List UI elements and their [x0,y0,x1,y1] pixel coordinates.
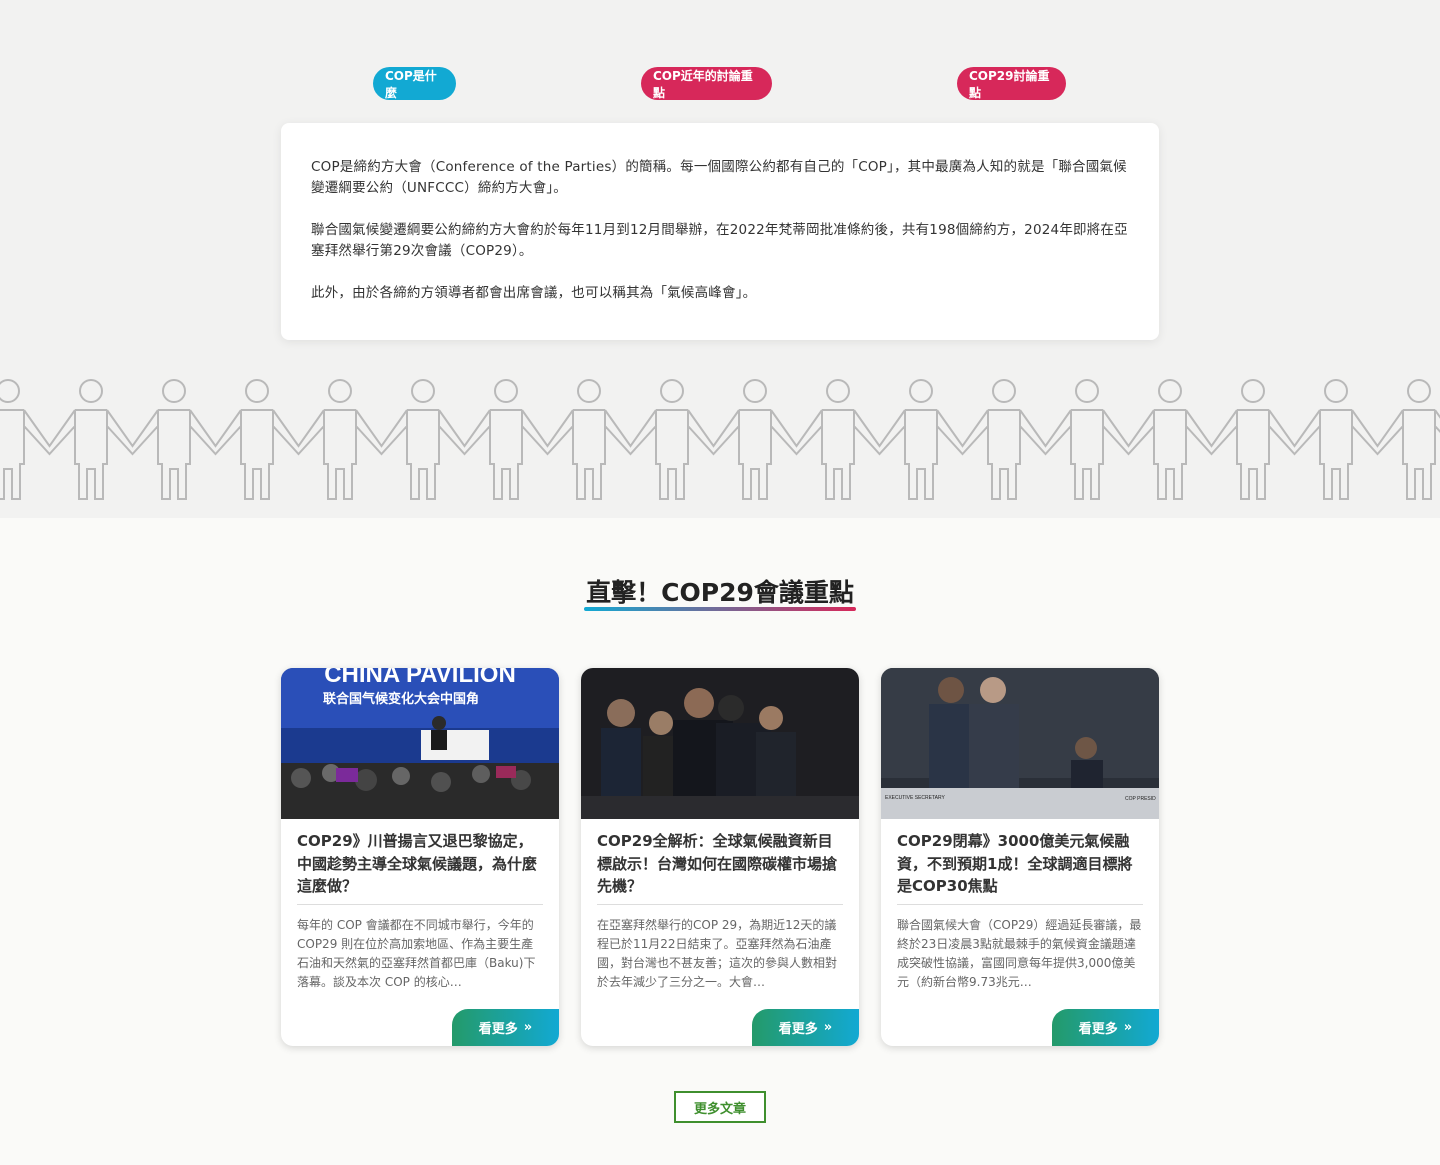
person-head [411,379,435,403]
person-head [328,379,352,403]
intro-paragraph: COP是締約方大會（Conference of the Parties）的簡稱。… [311,159,1127,196]
article-image: EXECUTIVE SECRETARY COP PRESID [881,668,1159,819]
title-underline [584,607,856,611]
person-head [660,379,684,403]
double-chevron-right-icon: » [1123,1020,1133,1035]
person-head [1158,379,1182,403]
divider [297,904,543,905]
person-head [245,379,269,403]
tab-cop29-topics[interactable]: COP29討論重點 [957,67,1066,100]
double-chevron-right-icon: » [823,1020,833,1035]
intro-paragraph: 聯合國氣候變遷綱要公約締約方大會約於每年11月到12月間舉辦，在2022年梵蒂岡… [311,222,1128,259]
person-head [826,379,850,403]
image-banner-subtext: 联合国气候变化大会中国角 [323,691,479,707]
read-more-button[interactable]: 看更多 » [752,1009,859,1046]
image-caption-right: COP PRESID [1125,796,1156,802]
person-head [1241,379,1265,403]
article-title[interactable]: COP29》川普揚言又退巴黎協定，中國趁勢主導全球氣候議題，為什麼這麼做？ [297,830,545,898]
people-chain-illustration [0,379,1440,500]
article-title[interactable]: COP29全解析：全球氣候融資新目標啟示！台灣如何在國際碳權市場搶先機？ [597,830,845,898]
article-card[interactable]: EXECUTIVE SECRETARY COP PRESID COP29閉幕》3… [881,668,1159,1046]
person-head [1324,379,1348,403]
article-card[interactable]: COP29全解析：全球氣候融資新目標啟示！台灣如何在國際碳權市場搶先機？ 在亞塞… [581,668,859,1046]
double-chevron-right-icon: » [523,1020,533,1035]
section-title: 直擊！COP29會議重點 [586,578,854,607]
person-head [1407,379,1431,403]
image-caption-left: EXECUTIVE SECRETARY [885,795,945,801]
article-image [581,668,859,819]
intro-card: COP是締約方大會（Conference of the Parties）的簡稱。… [281,123,1159,340]
article-excerpt: 每年的 COP 會議都在不同城市舉行，今年的 COP29 則在位於高加索地區、作… [297,918,536,989]
person-head [1075,379,1099,403]
divider [897,904,1143,905]
intro-paragraph: 此外，由於各締約方領導者都會出席會議，也可以稱其為「氣候高峰會」。 [311,285,757,301]
person-head [0,379,20,403]
read-more-button[interactable]: 看更多 » [452,1009,559,1046]
person-head [992,379,1016,403]
people-outline [0,409,1440,500]
person-head [577,379,601,403]
tab-what-is-cop[interactable]: COP是什麼 [373,67,456,100]
article-excerpt: 在亞塞拜然舉行的COP 29，為期近12天的議程已於11月22日結束了。亞塞拜然… [597,918,838,989]
read-more-label: 看更多 [478,1022,518,1037]
divider [597,904,843,905]
image-banner-text: CHINA PAVILION [324,668,516,688]
read-more-label: 看更多 [1078,1022,1118,1037]
article-excerpt: 聯合國氣候大會（COP29）經過延長審議，最終於23日凌晨3點就最棘手的氣候資金… [897,918,1142,989]
person-head [909,379,933,403]
person-head [494,379,518,403]
person-head [79,379,103,403]
article-title[interactable]: COP29閉幕》3000億美元氣候融資，不到預期1成！全球調適目標將是COP30… [897,830,1145,898]
article-image: CHINA PAVILION 联合国气候变化大会中国角 [281,668,559,819]
article-card[interactable]: CHINA PAVILION 联合国气候变化大会中国角 COP29》川普揚言又退… [281,668,559,1046]
read-more-label: 看更多 [778,1022,818,1037]
read-more-button[interactable]: 看更多 » [1052,1009,1159,1046]
person-head [743,379,767,403]
person-head [162,379,186,403]
tab-recent-topics[interactable]: COP近年的討論重點 [641,67,772,100]
more-articles-button[interactable]: 更多文章 [674,1091,766,1123]
